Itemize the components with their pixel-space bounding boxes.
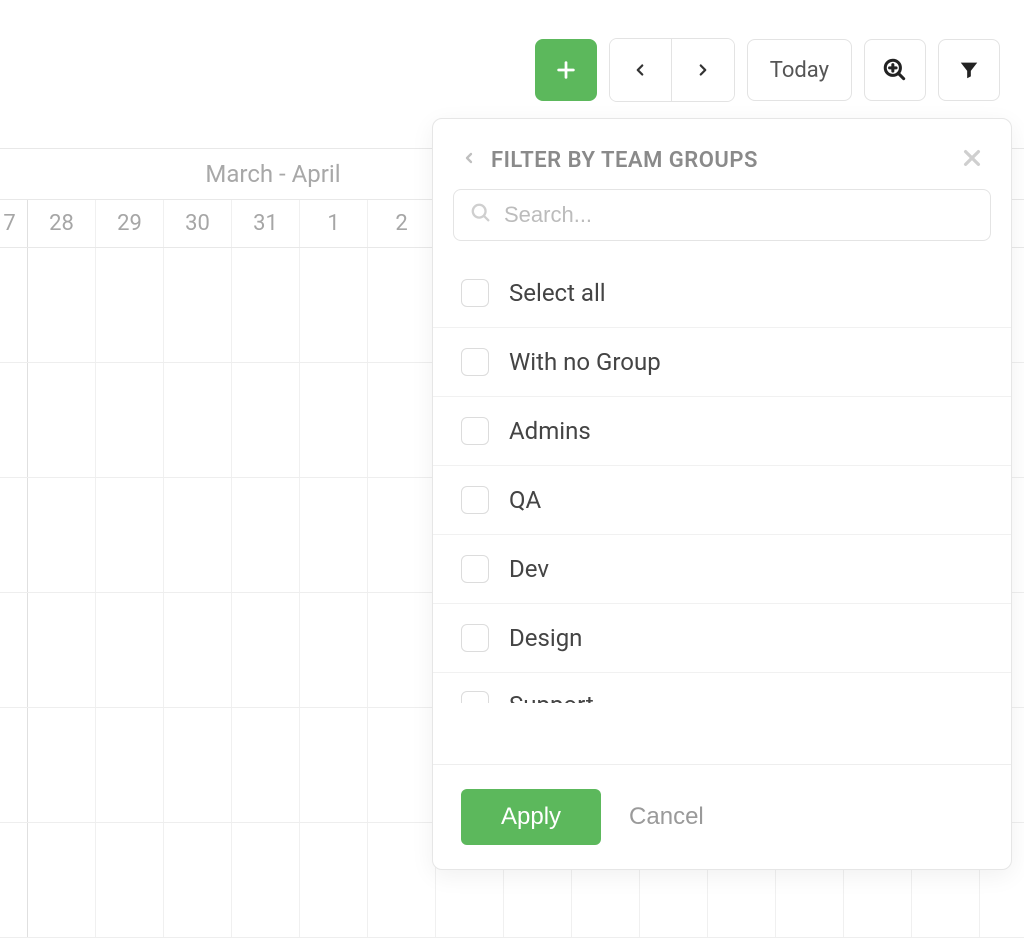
calendar-cell[interactable]	[28, 478, 96, 592]
search-wrap	[453, 189, 991, 241]
calendar-cell[interactable]	[300, 708, 368, 822]
option-label: Support	[509, 691, 594, 703]
checkbox[interactable]	[461, 417, 489, 445]
calendar-cell[interactable]	[96, 708, 164, 822]
calendar-cell[interactable]	[96, 363, 164, 477]
calendar-cell[interactable]	[232, 363, 300, 477]
calendar-cell[interactable]	[232, 593, 300, 707]
popover-footer: Apply Cancel	[433, 764, 1011, 869]
chevron-left-icon	[461, 148, 477, 168]
calendar-cell[interactable]	[164, 823, 232, 937]
calendar-cell[interactable]	[232, 478, 300, 592]
checkbox[interactable]	[461, 486, 489, 514]
filter-icon	[958, 59, 980, 81]
filter-option-no-group[interactable]: With no Group	[433, 328, 1011, 397]
apply-button[interactable]: Apply	[461, 789, 601, 845]
checkbox[interactable]	[461, 624, 489, 652]
month-label: March - April	[205, 160, 340, 188]
calendar-cell[interactable]	[164, 708, 232, 822]
calendar-cell[interactable]	[300, 363, 368, 477]
zoom-in-icon	[882, 57, 908, 83]
day-header: 28	[28, 200, 96, 247]
search-input[interactable]	[504, 202, 974, 228]
popover-header: FILTER BY TEAM GROUPS	[433, 119, 1011, 189]
calendar-cell[interactable]	[368, 823, 436, 937]
checkbox[interactable]	[461, 348, 489, 376]
calendar-cell[interactable]	[28, 708, 96, 822]
filter-button[interactable]	[938, 39, 1000, 101]
calendar-cell[interactable]	[96, 593, 164, 707]
option-label: Select all	[509, 279, 606, 307]
filter-option-design[interactable]: Design	[433, 604, 1011, 673]
plus-icon	[555, 59, 577, 81]
zoom-button[interactable]	[864, 39, 926, 101]
calendar-cell[interactable]	[0, 363, 28, 477]
calendar-cell[interactable]	[368, 248, 436, 362]
option-label: Design	[509, 624, 582, 652]
filter-option-support[interactable]: Support	[433, 673, 1011, 703]
add-button[interactable]	[535, 39, 597, 101]
today-button[interactable]: Today	[747, 39, 852, 101]
close-button[interactable]	[961, 147, 983, 173]
nav-group	[609, 38, 735, 102]
day-header: 2	[368, 200, 436, 247]
filter-option-dev[interactable]: Dev	[433, 535, 1011, 604]
prev-button[interactable]	[610, 39, 672, 101]
calendar-cell[interactable]	[0, 823, 28, 937]
filter-popover: FILTER BY TEAM GROUPS Select all With no…	[432, 118, 1012, 870]
chevron-right-icon	[694, 61, 712, 79]
calendar-cell[interactable]	[368, 708, 436, 822]
day-header: 30	[164, 200, 232, 247]
calendar-cell[interactable]	[368, 478, 436, 592]
calendar-cell[interactable]	[0, 248, 28, 362]
day-header: 29	[96, 200, 164, 247]
calendar-cell[interactable]	[232, 708, 300, 822]
checkbox[interactable]	[461, 279, 489, 307]
calendar-cell[interactable]	[164, 593, 232, 707]
filter-option-select-all[interactable]: Select all	[433, 259, 1011, 328]
option-label: Admins	[509, 417, 591, 445]
filter-option-qa[interactable]: QA	[433, 466, 1011, 535]
calendar-cell[interactable]	[28, 248, 96, 362]
day-header: 7	[0, 200, 28, 247]
calendar-cell[interactable]	[300, 478, 368, 592]
calendar-cell[interactable]	[300, 823, 368, 937]
filter-option-admins[interactable]: Admins	[433, 397, 1011, 466]
checkbox[interactable]	[461, 555, 489, 583]
close-icon	[961, 147, 983, 169]
calendar-cell[interactable]	[300, 593, 368, 707]
popover-title: FILTER BY TEAM GROUPS	[491, 148, 947, 173]
calendar-cell[interactable]	[0, 708, 28, 822]
chevron-left-icon	[631, 61, 649, 79]
calendar-cell[interactable]	[96, 823, 164, 937]
calendar-cell[interactable]	[28, 363, 96, 477]
calendar-cell[interactable]	[96, 478, 164, 592]
filter-options: Select all With no Group Admins QA Dev D…	[433, 259, 1011, 764]
cancel-button[interactable]: Cancel	[629, 803, 704, 831]
calendar-cell[interactable]	[28, 823, 96, 937]
option-label: Dev	[509, 555, 549, 583]
calendar-cell[interactable]	[28, 593, 96, 707]
calendar-cell[interactable]	[232, 823, 300, 937]
day-header: 1	[300, 200, 368, 247]
calendar-cell[interactable]	[0, 478, 28, 592]
calendar-cell[interactable]	[164, 478, 232, 592]
calendar-cell[interactable]	[300, 248, 368, 362]
calendar-cell[interactable]	[164, 363, 232, 477]
checkbox[interactable]	[461, 691, 489, 703]
calendar-cell[interactable]	[232, 248, 300, 362]
option-label: QA	[509, 486, 541, 514]
search-box[interactable]	[453, 189, 991, 241]
calendar-cell[interactable]	[368, 363, 436, 477]
back-button[interactable]	[461, 148, 477, 172]
calendar-cell[interactable]	[96, 248, 164, 362]
calendar-cell[interactable]	[0, 593, 28, 707]
search-icon	[470, 202, 492, 228]
option-label: With no Group	[509, 348, 661, 376]
next-button[interactable]	[672, 39, 734, 101]
day-header: 31	[232, 200, 300, 247]
calendar-cell[interactable]	[164, 248, 232, 362]
calendar-cell[interactable]	[368, 593, 436, 707]
toolbar: Today	[535, 38, 1000, 102]
